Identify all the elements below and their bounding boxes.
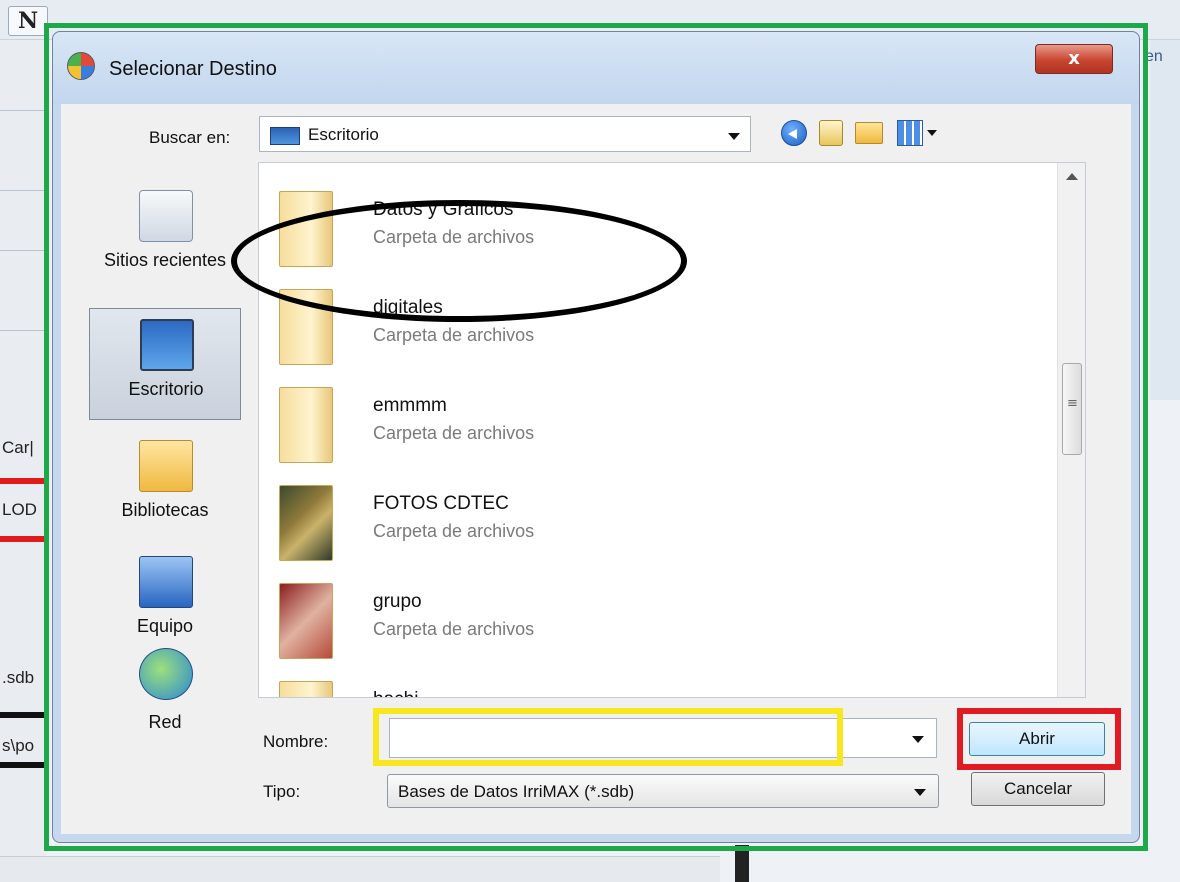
background-text: Car| [2,438,34,457]
background-red-line [0,536,44,542]
background-logo[interactable]: N [8,6,48,36]
background-right-panel [1150,40,1180,400]
background-black-line [0,712,44,718]
background-divider [0,330,46,331]
highlight-frame [44,23,1148,851]
background-text: LOD [2,500,37,519]
background-red-line [0,478,44,484]
background-statusbar [0,856,720,882]
background-divider [0,110,46,111]
background-divider [0,250,46,251]
background-text: .sdb [2,668,35,687]
background-black-line [0,762,44,768]
background-divider [0,190,46,191]
background-text: s\po [2,736,35,755]
